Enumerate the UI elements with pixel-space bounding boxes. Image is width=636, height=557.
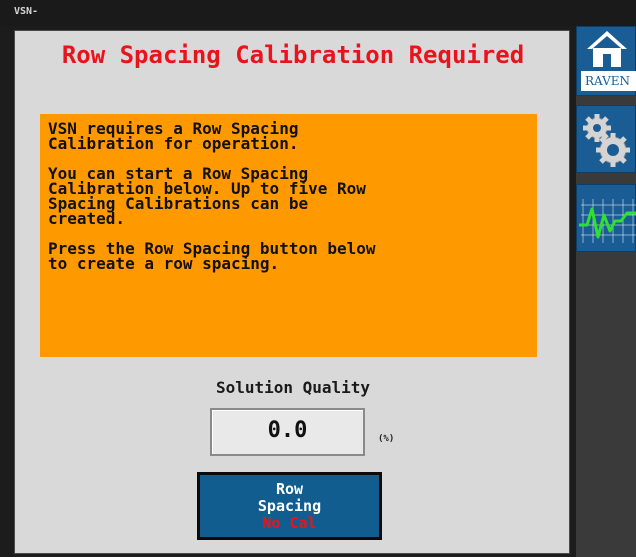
window-frame: VSN- Row Spacing Calibration Required VS… bbox=[0, 0, 636, 557]
home-button[interactable]: RAVEN bbox=[576, 26, 636, 96]
raven-logo-label: RAVEN bbox=[581, 71, 636, 91]
title-bar: VSN- bbox=[0, 0, 636, 26]
main-panel: Row Spacing Calibration Required VSN req… bbox=[14, 30, 570, 554]
row-spacing-button[interactable]: Row Spacing No Cal bbox=[197, 472, 382, 540]
diagnostics-button[interactable] bbox=[576, 184, 636, 252]
sidebar: RAVEN bbox=[576, 26, 636, 557]
gears-icon bbox=[583, 114, 630, 167]
notice-paragraph-2: You can start a Row Spacing Calibration … bbox=[48, 164, 366, 228]
home-icon bbox=[587, 31, 627, 67]
solution-quality-value: 0.0 bbox=[210, 408, 365, 456]
settings-button[interactable] bbox=[576, 105, 636, 173]
solution-quality-unit: (%) bbox=[378, 434, 395, 444]
window-title: VSN- bbox=[14, 6, 39, 17]
notice-paragraph-3: Press the Row Spacing button below to cr… bbox=[48, 239, 376, 273]
page-title: Row Spacing Calibration Required bbox=[61, 41, 525, 69]
notice-paragraph-1: VSN requires a Row Spacing Calibration f… bbox=[48, 119, 299, 153]
row-spacing-button-line2: Spacing bbox=[257, 497, 322, 515]
solution-quality-label: Solution Quality bbox=[215, 378, 371, 397]
calibration-notice: VSN requires a Row Spacing Calibration f… bbox=[40, 114, 537, 357]
pulse-icon bbox=[579, 199, 636, 243]
row-spacing-status: No Cal bbox=[262, 514, 317, 532]
row-spacing-button-line1: Row bbox=[275, 480, 304, 498]
